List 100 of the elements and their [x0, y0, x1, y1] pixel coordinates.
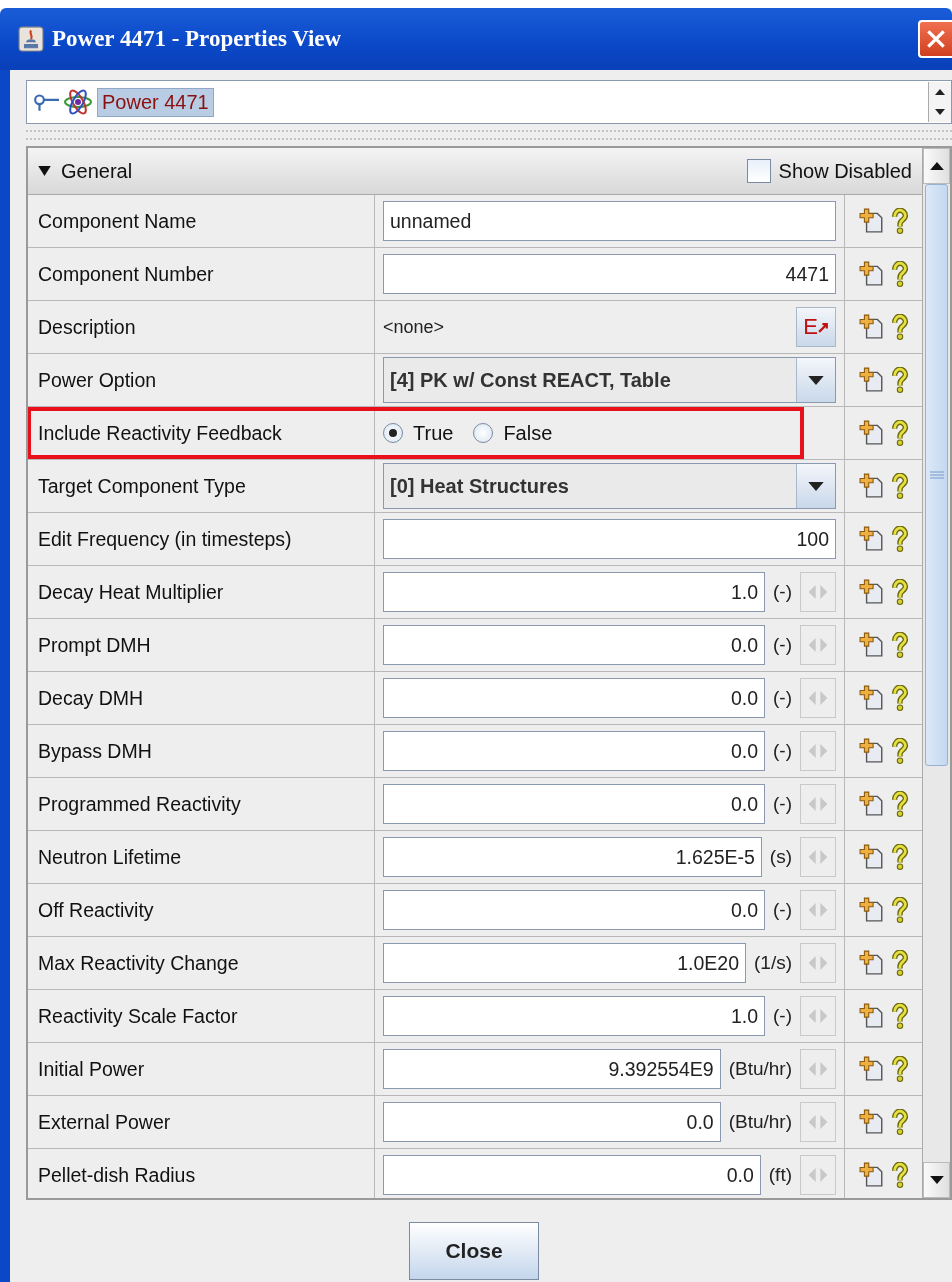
- property-label: Decay Heat Multiplier: [28, 566, 375, 618]
- help-icon[interactable]: [890, 1109, 909, 1135]
- number-field[interactable]: 0.0: [383, 731, 765, 771]
- unit-label: (-): [773, 1005, 792, 1027]
- atom-icon: [63, 87, 93, 117]
- close-button[interactable]: [918, 20, 952, 58]
- down-arrow-icon[interactable]: [935, 109, 945, 115]
- add-document-icon[interactable]: [858, 208, 885, 234]
- help-icon[interactable]: [890, 632, 909, 658]
- number-field[interactable]: 0.0: [383, 1102, 721, 1142]
- help-icon[interactable]: [890, 367, 909, 393]
- checkbox[interactable]: [746, 159, 771, 183]
- property-label: Component Name: [28, 195, 375, 247]
- unit-label: (-): [773, 793, 792, 815]
- caret-icon: [808, 375, 824, 385]
- add-document-icon[interactable]: [858, 1056, 885, 1082]
- help-icon[interactable]: [890, 897, 909, 923]
- add-document-icon[interactable]: [858, 1109, 885, 1135]
- spinner[interactable]: [928, 82, 951, 122]
- number-field[interactable]: 0.0: [383, 1155, 761, 1195]
- add-document-icon[interactable]: [858, 632, 885, 658]
- description-text: <none>: [383, 316, 446, 338]
- radio-button[interactable]: True: [383, 421, 454, 445]
- help-icon[interactable]: [890, 314, 909, 340]
- radio-button[interactable]: False: [473, 421, 553, 445]
- add-document-icon[interactable]: [858, 950, 885, 976]
- help-icon[interactable]: [890, 1003, 909, 1029]
- down-arrow-icon[interactable]: [929, 1176, 944, 1184]
- property-label: Component Number: [28, 248, 375, 300]
- dropdown[interactable]: [4] PK w/ Const REACT, Table: [383, 357, 836, 403]
- unit-label: (ft): [768, 1164, 792, 1186]
- add-document-icon[interactable]: [858, 897, 885, 923]
- add-document-icon[interactable]: [858, 420, 885, 446]
- left-right-arrows-icon: [806, 797, 830, 811]
- close-button[interactable]: Close: [409, 1222, 539, 1280]
- number-field[interactable]: 0.0: [383, 890, 765, 930]
- help-icon[interactable]: [890, 579, 909, 605]
- help-icon[interactable]: [890, 685, 909, 711]
- left-right-arrows-icon: [806, 1168, 830, 1182]
- help-icon[interactable]: [890, 950, 909, 976]
- help-icon[interactable]: [890, 420, 909, 446]
- number-field[interactable]: 0.0: [383, 678, 765, 718]
- tree-item[interactable]: Power 4471: [97, 87, 214, 117]
- up-arrow-icon[interactable]: [929, 162, 944, 170]
- add-document-icon[interactable]: [858, 261, 885, 287]
- add-document-icon[interactable]: [858, 844, 885, 870]
- help-icon[interactable]: [890, 738, 909, 764]
- unit-label: (Btu/hr): [728, 1111, 792, 1133]
- scroll-thumb[interactable]: [925, 184, 948, 766]
- unit-label: (-): [773, 899, 792, 921]
- property-label: Include Reactivity Feedback: [28, 407, 375, 459]
- add-document-icon[interactable]: [858, 1162, 885, 1188]
- number-field[interactable]: 4471: [383, 254, 836, 294]
- property-label: Target Component Type: [28, 460, 375, 512]
- add-document-icon[interactable]: [858, 314, 885, 340]
- property-label: Description: [28, 301, 375, 353]
- dropdown[interactable]: [0] Heat Structures: [383, 463, 836, 509]
- left-right-arrows-icon: [806, 956, 830, 970]
- window-title: Power 4471 - Properties View: [52, 26, 343, 52]
- add-document-icon[interactable]: [858, 473, 885, 499]
- add-document-icon[interactable]: [858, 738, 885, 764]
- help-icon[interactable]: [890, 526, 909, 552]
- help-icon[interactable]: [890, 208, 909, 234]
- left-right-arrows-icon: [806, 638, 830, 652]
- add-document-icon[interactable]: [858, 526, 885, 552]
- unit-label: (s): [769, 846, 792, 868]
- left-right-arrows-icon: [806, 850, 830, 864]
- add-document-icon[interactable]: [858, 579, 885, 605]
- number-field[interactable]: 1.0E20: [383, 943, 746, 983]
- unit-label: (-): [773, 634, 792, 656]
- number-field[interactable]: 9.392554E9: [383, 1049, 721, 1089]
- left-right-arrows-icon: [806, 744, 830, 758]
- help-icon[interactable]: [890, 844, 909, 870]
- property-label: Initial Power: [28, 1043, 375, 1095]
- up-arrow-icon[interactable]: [935, 89, 945, 95]
- help-icon[interactable]: [890, 261, 909, 287]
- unit-label: (-): [773, 687, 792, 709]
- number-field[interactable]: 0.0: [383, 784, 765, 824]
- property-label: Max Reactivity Change: [28, 937, 375, 989]
- number-field[interactable]: 100: [383, 519, 836, 559]
- number-field[interactable]: 1.625E-5: [383, 837, 762, 877]
- section-toggle[interactable]: General: [38, 159, 133, 183]
- number-field[interactable]: 1.0: [383, 996, 765, 1036]
- add-document-icon[interactable]: [858, 367, 885, 393]
- scrollbar[interactable]: [922, 148, 950, 1198]
- number-field[interactable]: 1.0: [383, 572, 765, 612]
- add-document-icon[interactable]: [858, 791, 885, 817]
- unit-label: (1/s): [754, 952, 792, 974]
- help-icon[interactable]: [890, 1056, 909, 1082]
- add-document-icon[interactable]: [858, 685, 885, 711]
- text-field[interactable]: unnamed: [383, 201, 836, 241]
- property-label: Pellet-dish Radius: [28, 1149, 375, 1198]
- expand-icon: [38, 166, 51, 176]
- help-icon[interactable]: [890, 791, 909, 817]
- help-icon[interactable]: [890, 1162, 909, 1188]
- property-label: Decay DMH: [28, 672, 375, 724]
- number-field[interactable]: 0.0: [383, 625, 765, 665]
- help-icon[interactable]: [890, 473, 909, 499]
- add-document-icon[interactable]: [858, 1003, 885, 1029]
- edit-button[interactable]: E: [796, 307, 836, 347]
